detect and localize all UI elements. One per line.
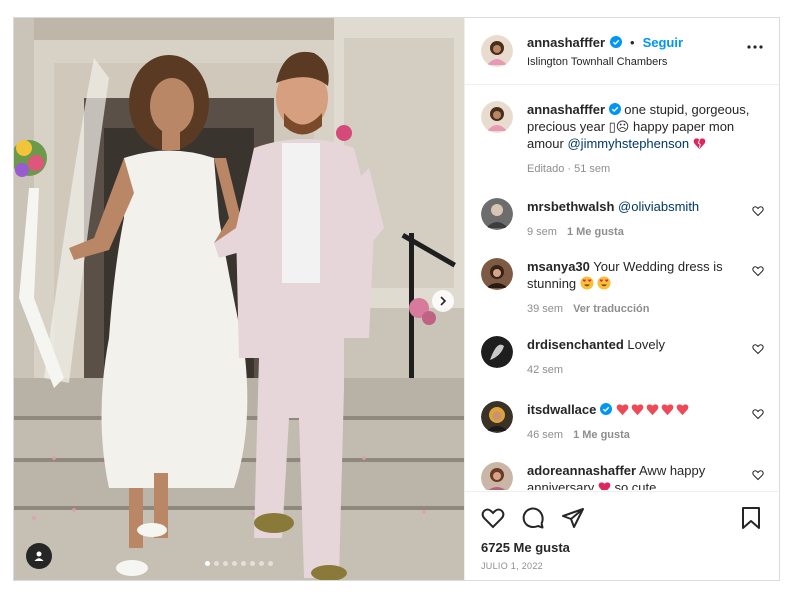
- comment-time: 39 sem: [527, 303, 564, 315]
- chevron-right-icon: [440, 296, 447, 306]
- commenter-avatar[interactable]: [481, 258, 513, 290]
- comment-bubble-icon[interactable]: [521, 506, 545, 530]
- comment-meta: 39 sem Ver traducción: [527, 301, 752, 318]
- carousel-dot: [250, 561, 255, 566]
- comment-time: 9 sem: [527, 226, 557, 238]
- comment-emoji-group: [616, 402, 691, 417]
- commenter-avatar[interactable]: [481, 198, 513, 230]
- comment-item: adoreannashaffer Aww happy anniversary s…: [481, 462, 778, 490]
- comment-item: msanya30 Your Wedding dress is stunning: [481, 258, 778, 318]
- heart-outline-icon[interactable]: [752, 408, 764, 420]
- carousel-dot: [268, 561, 273, 566]
- author-username[interactable]: annashafffer: [527, 35, 605, 50]
- heart-eyes-emoji: [580, 276, 594, 290]
- separator-dot: •: [630, 34, 635, 50]
- heart-emoji: [676, 404, 688, 416]
- instagram-post: annashafffer • Seguir Islington Townhall…: [13, 17, 780, 581]
- heart-outline-icon[interactable]: [752, 265, 764, 277]
- heart-emoji: [616, 404, 628, 416]
- wedding-photo: [14, 18, 464, 580]
- caption-mention[interactable]: @jimmyhstephenson: [567, 136, 689, 151]
- post-actions: 6725 Me gusta JULIO 1, 2022: [465, 491, 778, 571]
- carousel-dot: [241, 561, 246, 566]
- comment-username[interactable]: msanya30: [527, 259, 590, 274]
- comment-username[interactable]: adoreannashaffer: [527, 463, 636, 478]
- comment-username[interactable]: itsdwallace: [527, 402, 596, 417]
- carousel-dot: [259, 561, 264, 566]
- carousel-next-button[interactable]: [432, 290, 454, 312]
- post-photo[interactable]: [14, 18, 464, 580]
- caption-meta: Editado · 51 sem: [527, 163, 611, 175]
- post-sidebar: annashafffer • Seguir Islington Townhall…: [464, 18, 779, 580]
- comment-mention[interactable]: @oliviabsmith: [618, 199, 699, 214]
- heart-outline-icon[interactable]: [752, 205, 764, 217]
- share-send-icon[interactable]: [561, 506, 585, 530]
- comment-username[interactable]: drdisenchanted: [527, 337, 624, 352]
- heart-emoji: [661, 404, 673, 416]
- comments-list[interactable]: annashafffer one stupid, gorgeous, preci…: [465, 86, 778, 490]
- comment-time: 46 sem: [527, 429, 564, 441]
- comment-username[interactable]: mrsbethwalsh: [527, 199, 614, 214]
- comment-text-after: so cute: [614, 480, 657, 490]
- caption-username[interactable]: annashafffer: [527, 102, 605, 117]
- commenter-avatar[interactable]: [481, 401, 513, 433]
- carousel-dot: [214, 561, 219, 566]
- verified-badge-icon: [610, 36, 623, 48]
- post-caption: annashafffer one stupid, gorgeous, preci…: [481, 101, 778, 178]
- comment-time: 42 sem: [527, 364, 564, 376]
- heart-outline-icon[interactable]: [752, 469, 764, 481]
- comment-meta: 46 sem 1 Me gusta: [527, 427, 752, 444]
- heart-emoji: [631, 404, 643, 416]
- carousel-dot: [205, 561, 210, 566]
- carousel-indicator: [14, 561, 464, 566]
- heart-eyes-emoji: [597, 276, 611, 290]
- follow-button[interactable]: Seguir: [643, 35, 683, 50]
- like-count[interactable]: 6725 Me gusta: [481, 540, 762, 555]
- post-date: JULIO 1, 2022: [481, 561, 543, 571]
- carousel-dot: [223, 561, 228, 566]
- more-options-icon[interactable]: [747, 45, 763, 49]
- heart-outline-icon[interactable]: [752, 343, 764, 355]
- comment-likes-link[interactable]: 1 Me gusta: [573, 429, 630, 441]
- broken-heart-emoji: [693, 138, 706, 150]
- heart-emoji: [598, 482, 611, 490]
- comment-text: Lovely: [627, 337, 665, 352]
- comment-item: itsdwallace 46 sem 1 Me gusta: [481, 401, 778, 444]
- commenter-avatar[interactable]: [481, 336, 513, 368]
- comment-item: mrsbethwalsh @oliviabsmith 9 sem 1 Me gus…: [481, 198, 778, 241]
- carousel-dot: [232, 561, 237, 566]
- commenter-avatar[interactable]: [481, 462, 513, 490]
- author-avatar[interactable]: [481, 35, 513, 67]
- post-header: annashafffer • Seguir Islington Townhall…: [465, 18, 779, 85]
- comment-meta: 9 sem 1 Me gusta: [527, 224, 752, 241]
- comment-item: drdisenchanted Lovely 42 sem: [481, 336, 778, 379]
- post-location[interactable]: Islington Townhall Chambers: [527, 56, 683, 68]
- see-translation-link[interactable]: Ver traducción: [573, 303, 649, 315]
- comment-meta: 42 sem: [527, 362, 752, 379]
- verified-badge-icon: [600, 403, 612, 415]
- caption-avatar[interactable]: [481, 101, 513, 133]
- heart-emoji: [646, 404, 658, 416]
- comment-likes-link[interactable]: 1 Me gusta: [567, 226, 624, 238]
- like-heart-icon[interactable]: [481, 506, 505, 530]
- verified-badge-icon: [608, 103, 621, 115]
- save-bookmark-icon[interactable]: [740, 506, 762, 530]
